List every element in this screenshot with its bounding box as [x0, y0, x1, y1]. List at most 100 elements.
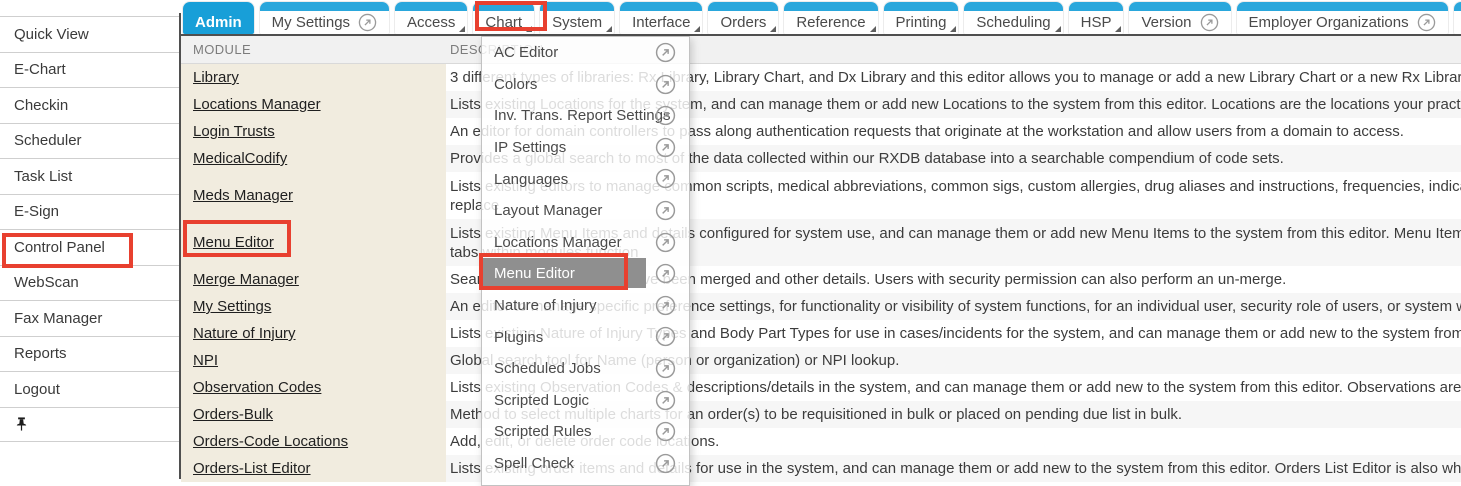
tab-version[interactable]: Version [1129, 2, 1230, 34]
module-cell: Observation Codes [181, 374, 446, 401]
sidebar-item-label: Control Panel [14, 239, 105, 256]
dropdown-item-scheduled-jobs[interactable]: Scheduled Jobs [482, 353, 689, 385]
open-new-window-icon [655, 295, 676, 316]
sidebar-item-control-panel[interactable]: Control Panel [0, 229, 179, 265]
tab-label: Reference [796, 14, 865, 31]
tab-reference[interactable]: Reference [784, 2, 877, 34]
tab-top-accent [1237, 2, 1448, 11]
tab-label: Chart [485, 14, 522, 31]
sidebar-item-scheduler[interactable]: Scheduler [0, 123, 179, 159]
sidebar-item-task-list[interactable]: Task List [0, 158, 179, 194]
open-new-window-icon [655, 358, 676, 379]
open-new-window-icon [655, 453, 676, 474]
module-table: MODULE DESCRIPTION Library 3 different t… [181, 34, 1461, 479]
tab-top-accent [884, 2, 959, 11]
tab-hsp[interactable]: HSP [1069, 2, 1124, 34]
dropdown-item-scripted-rules[interactable]: Scripted Rules [482, 416, 689, 448]
sidebar-item-e-sign[interactable]: E-Sign [0, 194, 179, 230]
dropdown-item-colors[interactable]: Colors [482, 69, 689, 101]
dropdown-item-languages[interactable]: Languages [482, 163, 689, 195]
dropdown-item-label: IP Settings [494, 139, 566, 156]
system-dropdown-menu: AC Editor Colors Inv. Trans. Report Sett… [481, 36, 690, 486]
tab-label: Scheduling [976, 14, 1050, 31]
module-cell: Library [181, 64, 446, 91]
tab-admin[interactable]: Admin [183, 2, 254, 34]
tab-provider-management[interactable]: Provider Management [1454, 2, 1461, 34]
sidebar-item-e-chart[interactable]: E-Chart [0, 52, 179, 88]
sidebar-item-checkin[interactable]: Checkin [0, 87, 179, 123]
sidebar-item-quick-view[interactable]: Quick View [0, 16, 179, 52]
dropdown-item-label: AC Editor [494, 44, 558, 61]
module-link[interactable]: Locations Manager [193, 96, 321, 113]
open-new-window-icon [655, 42, 676, 63]
tab-employer-organizations[interactable]: Employer Organizations [1237, 2, 1448, 34]
dropdown-item-locations-manager[interactable]: Locations Manager [482, 227, 689, 259]
tab-printing[interactable]: Printing [884, 2, 959, 34]
module-link[interactable]: Login Trusts [193, 123, 275, 140]
table-row: Orders-Code Locations Add, edit, or dele… [181, 428, 1461, 455]
sidebar-item-webscan[interactable]: WebScan [0, 265, 179, 301]
tab-access[interactable]: Access [395, 2, 467, 34]
module-cell: Locations Manager [181, 91, 446, 118]
sidebar-item-pin[interactable] [0, 407, 179, 443]
open-new-window-icon [655, 390, 676, 411]
tab-top-accent [473, 2, 534, 11]
tab-my-settings[interactable]: My Settings [260, 2, 389, 34]
dropdown-item-layout-manager[interactable]: Layout Manager [482, 195, 689, 227]
sidebar-item-logout[interactable]: Logout [0, 371, 179, 407]
dropdown-item-nature-of-injury[interactable]: Nature of Injury [482, 290, 689, 322]
module-link[interactable]: My Settings [193, 298, 271, 315]
module-link[interactable]: Orders-List Editor [193, 460, 311, 477]
module-cell: Nature of Injury [181, 320, 446, 347]
tab-label: Printing [896, 14, 947, 31]
sidebar-item-label: Fax Manager [14, 310, 102, 327]
dropdown-item-ip-settings[interactable]: IP Settings [482, 132, 689, 164]
open-new-window-icon [655, 74, 676, 95]
module-link[interactable]: MedicalCodify [193, 150, 287, 167]
module-link[interactable]: Merge Manager [193, 271, 299, 288]
tab-top-accent [260, 2, 389, 11]
dropdown-item-label: Scripted Logic [494, 392, 589, 409]
dropdown-item-label: Colors [494, 76, 537, 93]
table-row: Meds Manager Lists existing editors to m… [181, 172, 1461, 219]
dropdown-item-scripted-logic[interactable]: Scripted Logic [482, 385, 689, 417]
dropdown-item-plugins[interactable]: Plugins [482, 321, 689, 353]
tab-system[interactable]: System [540, 2, 614, 34]
open-new-window-icon [655, 421, 676, 442]
module-link[interactable]: Observation Codes [193, 379, 321, 396]
module-link[interactable]: Menu Editor [193, 234, 274, 251]
dropdown-item-inv-trans-report-settings[interactable]: Inv. Trans. Report Settings [482, 100, 689, 132]
tab-label: Version [1141, 14, 1191, 31]
dropdown-item-label: Menu Editor [494, 265, 575, 282]
dropdown-item-label: Spell Check [494, 455, 574, 472]
tab-top-accent [183, 2, 254, 11]
dropdown-item-spell-check[interactable]: Spell Check [482, 448, 689, 480]
module-link[interactable]: NPI [193, 352, 218, 369]
module-link[interactable]: Library [193, 69, 239, 86]
sidebar-item-fax-manager[interactable]: Fax Manager [0, 300, 179, 336]
tab-top-accent [620, 2, 702, 11]
module-link[interactable]: Orders-Code Locations [193, 433, 348, 450]
table-row: NPI Global search tool for Name (person … [181, 347, 1461, 374]
table-row: Merge Manager Search tool for charts tha… [181, 266, 1461, 293]
tab-chart[interactable]: Chart [473, 2, 534, 34]
dropdown-item-label: Plugins [494, 329, 543, 346]
tab-interface[interactable]: Interface [620, 2, 702, 34]
module-link[interactable]: Meds Manager [193, 187, 293, 204]
tab-label: System [552, 14, 602, 31]
table-row: Observation Codes Lists existing Observa… [181, 374, 1461, 401]
module-link[interactable]: Nature of Injury [193, 325, 296, 342]
module-cell: Orders-List Editor [181, 455, 446, 482]
tab-top-accent [784, 2, 877, 11]
dropdown-item-ac-editor[interactable]: AC Editor [482, 37, 689, 69]
pin-icon [14, 416, 29, 432]
sidebar-item-label: WebScan [14, 274, 79, 291]
tab-orders[interactable]: Orders [708, 2, 778, 34]
table-row: My Settings An editor to manage specific… [181, 293, 1461, 320]
tab-top-accent [1129, 2, 1230, 11]
open-new-window-icon [655, 168, 676, 189]
dropdown-item-menu-editor[interactable]: Menu Editor [482, 258, 689, 290]
sidebar-item-reports[interactable]: Reports [0, 336, 179, 372]
module-link[interactable]: Orders-Bulk [193, 406, 273, 423]
tab-scheduling[interactable]: Scheduling [964, 2, 1062, 34]
